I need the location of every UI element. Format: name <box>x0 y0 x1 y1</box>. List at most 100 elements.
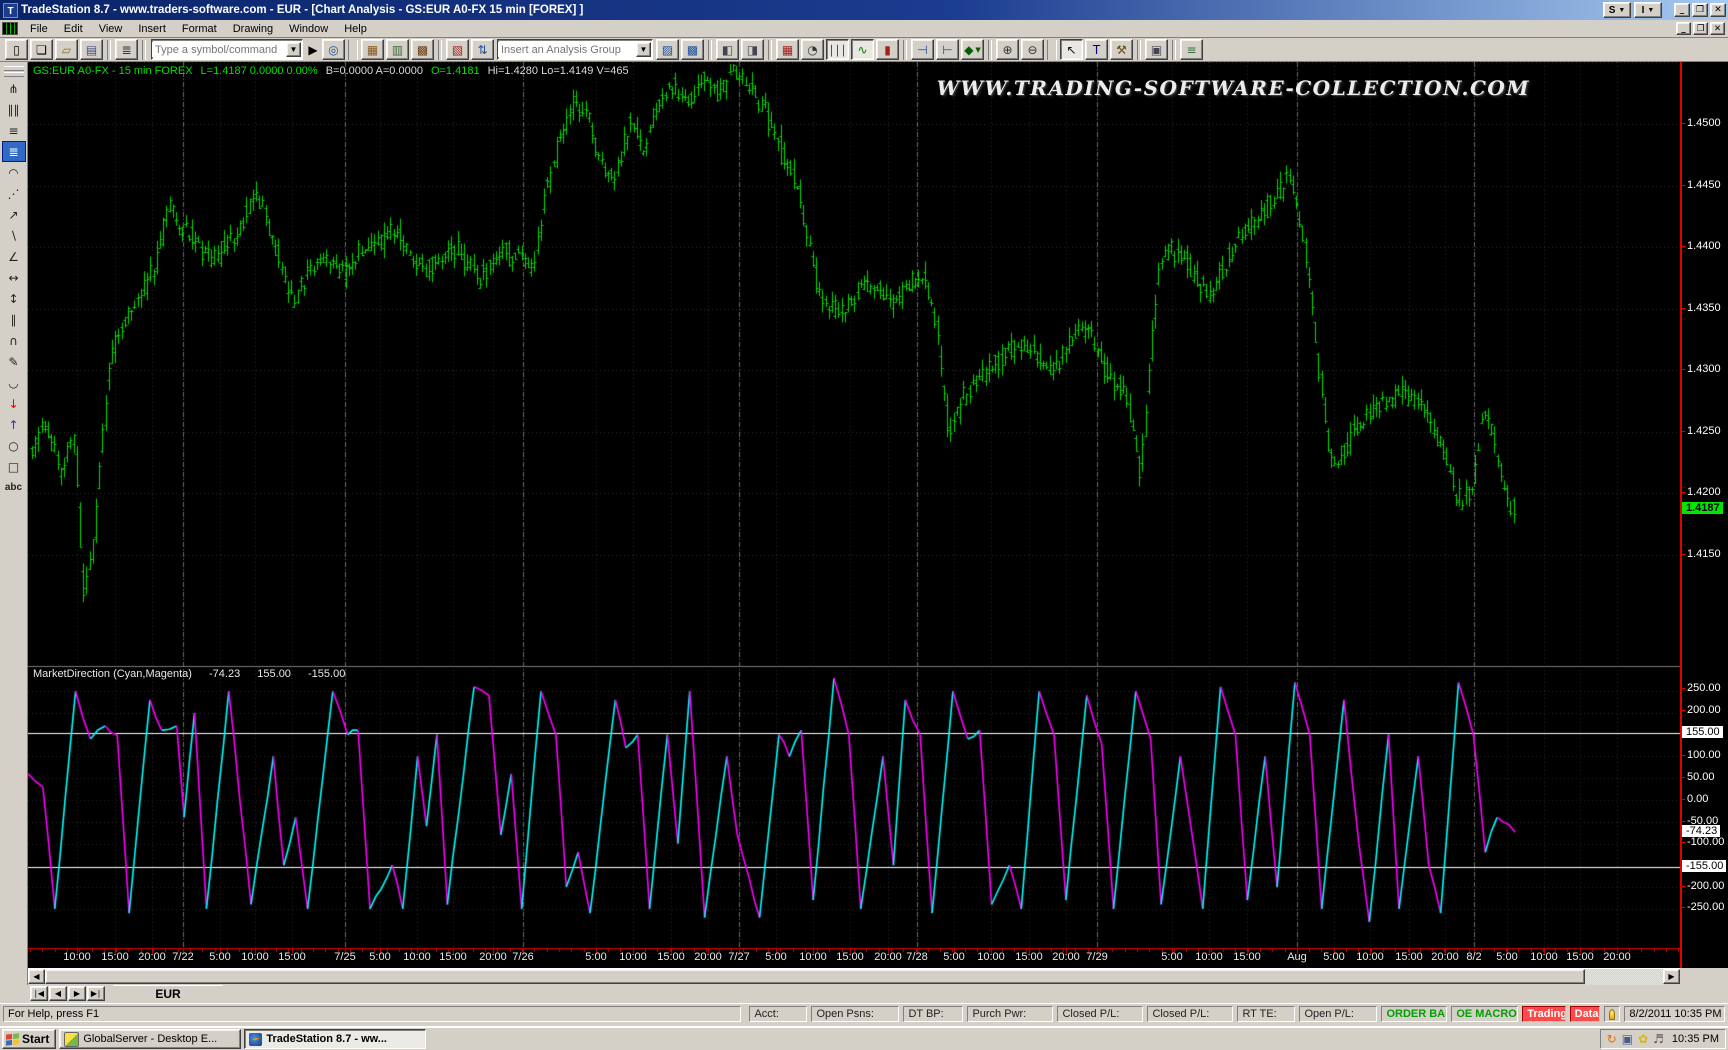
fib-retracement-tool[interactable]: ≡ <box>2 120 26 141</box>
restore-button[interactable]: ❐ <box>1692 3 1708 17</box>
analysis-group-input-dropdown-button[interactable]: ▼ <box>636 42 651 57</box>
task-globalserver[interactable]: GlobalServer - Desktop E... <box>59 1029 241 1049</box>
scrollbar-track[interactable] <box>1585 969 1663 985</box>
save-workspace-button[interactable]: ▤ <box>80 39 103 60</box>
new-workspace-button[interactable]: ▯ <box>5 39 28 60</box>
chart-canvas[interactable] <box>28 62 1680 968</box>
parallel-lines-tool[interactable]: ∥ <box>2 309 26 330</box>
chart-window-icon[interactable] <box>2 22 18 35</box>
time-axis-label: 5:00 <box>1161 951 1182 963</box>
mdi-close-button[interactable]: ✕ <box>1710 22 1725 35</box>
prev-tab-button[interactable]: ◀ <box>49 986 67 1001</box>
scroll-left-button[interactable]: ◀ <box>28 969 45 984</box>
menu-help[interactable]: Help <box>336 22 375 36</box>
vertical-line-tool[interactable]: ↕ <box>2 288 26 309</box>
print-button[interactable]: ≣ <box>115 39 138 60</box>
radarscreen-window-button[interactable]: ▩ <box>411 39 434 60</box>
price-axis[interactable]: 1.45001.44501.44001.43501.43001.42501.42… <box>1680 62 1728 968</box>
drawing-toolbox-button[interactable]: ⚒ <box>1110 39 1133 60</box>
menu-drawing[interactable]: Drawing <box>225 22 281 36</box>
command-run-button[interactable]: ▶ <box>306 39 320 60</box>
add-note-button[interactable]: ▣ <box>1145 39 1168 60</box>
task-tradestation[interactable]: TradeStation 8.7 - ww... <box>244 1029 426 1049</box>
down-arrow-tool[interactable]: ↓ <box>2 393 26 414</box>
menu-view[interactable]: View <box>91 22 131 36</box>
gann-fan-tool[interactable]: ∠ <box>2 246 26 267</box>
line-style-button[interactable]: ∿ <box>851 39 874 60</box>
trendline-with-bars-tool[interactable]: ↗ <box>2 204 26 225</box>
chart-window-button[interactable]: ▧ <box>446 39 469 60</box>
cycle-arcs-tool[interactable]: ∩ <box>2 330 26 351</box>
ellipse-tool[interactable]: ○ <box>2 435 26 456</box>
pointer-tool-button[interactable]: ↖ <box>1060 39 1083 60</box>
minimize-button[interactable]: _ <box>1674 3 1690 17</box>
horizontal-line-tool[interactable]: ↔ <box>2 267 26 288</box>
curve-tool[interactable]: ◡ <box>2 372 26 393</box>
symbol-lookup-button[interactable]: ◎ <box>322 39 345 60</box>
open-workspace-button[interactable]: ▱ <box>55 39 78 60</box>
next-tab-button[interactable]: ▶ <box>68 986 86 1001</box>
new-window-button[interactable]: ❏ <box>30 39 53 60</box>
fib-arcs-tool[interactable]: ◠ <box>2 162 26 183</box>
menu-format[interactable]: Format <box>174 22 225 36</box>
text-label-button[interactable]: T <box>1085 39 1108 60</box>
network-status-icon[interactable]: ▣ <box>1622 1033 1633 1045</box>
scrollbar-thumb[interactable] <box>45 969 1585 984</box>
scroll-right-button[interactable]: ▶ <box>1663 969 1680 984</box>
first-tab-button[interactable]: ∣◀ <box>30 986 48 1001</box>
save-analysis-button[interactable]: ▨ <box>656 39 679 60</box>
hotlists-button[interactable]: ⇅ <box>471 39 494 60</box>
tradestation-tray-icon[interactable]: ↻ <box>1607 1033 1617 1045</box>
close-button[interactable]: ✕ <box>1710 3 1726 17</box>
text-tool[interactable]: abc <box>2 477 26 498</box>
toolbar-grip[interactable] <box>4 72 24 77</box>
decrease-bar-spacing-button[interactable]: ⊣ <box>911 39 934 60</box>
fan-lines-tool[interactable]: ⋰ <box>2 183 26 204</box>
zoom-out-button[interactable]: ⊖ <box>1021 39 1044 60</box>
speed-resistance-tool[interactable]: ∖ <box>2 225 26 246</box>
ohlc-bars-button[interactable]: ∣∣∣ <box>826 39 849 60</box>
alert-bell-icon[interactable] <box>1604 1006 1621 1022</box>
indicator-dropdown-button[interactable]: I▼ <box>1634 2 1662 18</box>
pitchfork-tool[interactable]: ⋔ <box>2 78 26 99</box>
toolbar-grip[interactable] <box>4 66 24 71</box>
tray-clock: 10:35 PM <box>1672 1032 1719 1047</box>
menu-edit[interactable]: Edit <box>56 22 91 36</box>
fib-time-zones-tool[interactable]: ∥∥ <box>2 99 26 120</box>
analysis-group-input[interactable] <box>498 42 636 57</box>
globalserver-duck-icon[interactable]: ✿ <box>1638 1033 1648 1045</box>
sessions-calendar-button[interactable]: ▦ <box>776 39 799 60</box>
custom-retracement-tool[interactable]: ≣ <box>2 141 26 162</box>
rectangle-tool[interactable]: □ <box>2 456 26 477</box>
bring-to-front-button[interactable]: ◨ <box>741 39 764 60</box>
symbol-command-input-dropdown-button[interactable]: ▼ <box>286 42 301 57</box>
oe-macros-toggle[interactable]: OE MACROS <box>1451 1006 1518 1022</box>
menu-insert[interactable]: Insert <box>130 22 174 36</box>
trendline-tool[interactable]: ✎ <box>2 351 26 372</box>
volume-icon[interactable]: ♬ <box>1653 1033 1664 1045</box>
increase-bar-spacing-button[interactable]: ⊢ <box>936 39 959 60</box>
tab-eur[interactable]: EUR <box>113 985 223 1002</box>
save-analysis-as-button[interactable]: ▩ <box>681 39 704 60</box>
symbol-command-input[interactable] <box>152 42 286 57</box>
data-status-badge[interactable]: Data <box>1570 1006 1600 1022</box>
menu-window[interactable]: Window <box>281 22 336 36</box>
up-arrow-tool[interactable]: ↑ <box>2 414 26 435</box>
zoom-in-button[interactable]: ⊕ <box>996 39 1019 60</box>
strategy-dropdown-button[interactable]: S▼ <box>1603 2 1631 18</box>
start-button[interactable]: Start <box>2 1029 56 1049</box>
send-to-back-button[interactable]: ◧ <box>716 39 739 60</box>
order-bar-toggle[interactable]: ORDER BAR <box>1381 1006 1447 1022</box>
matrix-window-button[interactable]: ▥ <box>386 39 409 60</box>
last-tab-button[interactable]: ▶∣ <box>87 986 105 1001</box>
chart-style-dropdown[interactable]: ◆▼ <box>961 39 984 60</box>
quotes-window-button[interactable]: ▦ <box>361 39 384 60</box>
menu-file[interactable]: File <box>22 22 56 36</box>
status-field: Closed P/L: <box>1147 1006 1233 1022</box>
mdi-minimize-button[interactable]: _ <box>1676 22 1691 35</box>
candlestick-button[interactable]: ▮ <box>876 39 899 60</box>
mdi-restore-button[interactable]: ❐ <box>1693 22 1708 35</box>
quote-details-button[interactable]: ≡ <box>1180 39 1203 60</box>
trading-status-badge[interactable]: Trading <box>1522 1006 1565 1022</box>
time-frames-button[interactable]: ◔ <box>801 39 824 60</box>
